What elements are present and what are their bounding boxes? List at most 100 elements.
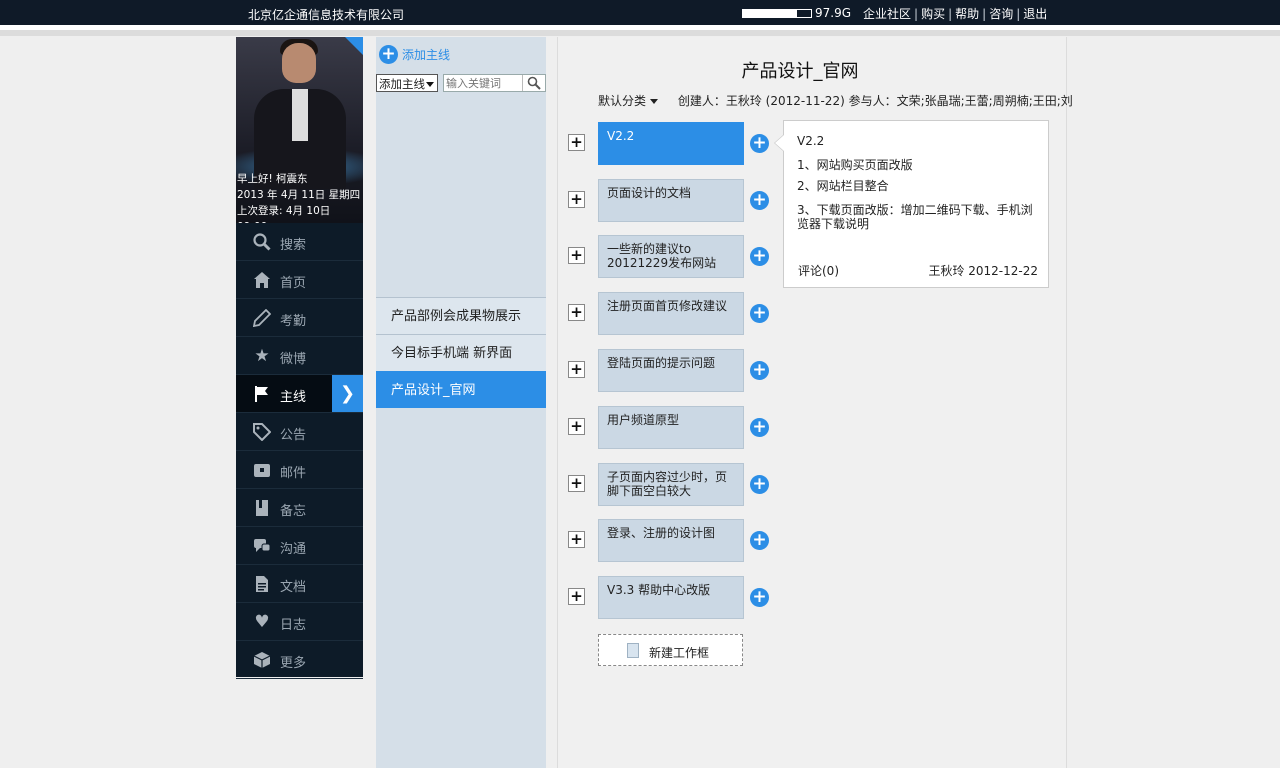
profile-info: 早上好! 柯震东 2013 年 4月 11日 星期四 上次登录: 4月 10日 … — [237, 171, 362, 223]
heart-icon: ♥ — [254, 612, 270, 632]
task-card[interactable]: V3.3 帮助中心改版 — [598, 576, 744, 619]
link-community[interactable]: 企业社区 — [863, 7, 911, 21]
menu-label: 首页 — [280, 276, 307, 291]
storage-fill — [743, 10, 798, 17]
expand-icon[interactable]: + — [568, 531, 585, 548]
document-icon — [627, 643, 639, 658]
popup-item: 2、网站栏目整合 — [797, 179, 889, 193]
menu-item-attendance[interactable]: 考勤 — [236, 299, 363, 337]
menu-label: 备忘 — [280, 504, 307, 519]
add-mainline-button[interactable]: + 添加主线 — [379, 45, 450, 65]
menu-item-mainline[interactable]: 主线 ❯ — [236, 375, 363, 413]
top-bar: 北京亿企通信息技术有限公司 97.9G 企业社区 | 购买 | 帮助 | 咨询 | 退出 — [0, 0, 1280, 25]
last-login: 上次登录: 4月 10日 09:00 — [237, 205, 331, 223]
add-task-icon[interactable]: + — [750, 191, 769, 210]
flag-icon — [252, 384, 272, 404]
expand-icon[interactable]: + — [568, 361, 585, 378]
document-icon — [252, 574, 272, 594]
main-content: 产品设计_官网 默认分类 创建人：王秋玲 (2012-11-22) 参与人：文荣… — [557, 37, 1073, 768]
home-icon — [252, 270, 272, 290]
add-task-icon[interactable]: + — [750, 134, 769, 153]
menu-item-log[interactable]: ♥ 日志 — [236, 603, 363, 641]
task-card[interactable]: V2.2 — [598, 122, 744, 165]
add-task-icon[interactable]: + — [750, 531, 769, 550]
mainline-item[interactable]: 今目标手机端 新界面 — [376, 334, 546, 371]
new-task-button[interactable]: 新建工作框 — [598, 634, 743, 666]
page-title: 产品设计_官网 — [741, 61, 859, 82]
link-consult[interactable]: 咨询 — [989, 7, 1013, 21]
menu-item-weibo[interactable]: ★ 微博 — [236, 337, 363, 375]
add-task-icon[interactable]: + — [750, 304, 769, 323]
task-row: + 注册页面首页修改建议 + — [568, 292, 778, 336]
menu-label: 邮件 — [280, 466, 307, 481]
comments-link[interactable]: 评论(0) — [798, 262, 839, 279]
profile-corner-marker — [345, 37, 363, 55]
chevron-right-icon[interactable]: ❯ — [332, 375, 363, 412]
task-card[interactable]: 注册页面首页修改建议 — [598, 292, 744, 335]
company-name: 北京亿企通信息技术有限公司 — [248, 8, 405, 22]
keyword-input[interactable] — [444, 75, 524, 91]
menu-item-more[interactable]: 更多 — [236, 641, 363, 679]
expand-icon[interactable]: + — [568, 588, 585, 605]
popup-title: V2.2 — [797, 134, 825, 148]
expand-icon[interactable]: + — [568, 247, 585, 264]
task-row: + 登录、注册的设计图 + — [568, 519, 778, 563]
mainline-panel: + 添加主线 添加主线 产品部例会成果物展示 今目标手机端 新界面 产品设计_官网 — [376, 37, 546, 768]
task-row: + 登陆页面的提示问题 + — [568, 349, 778, 393]
menu-item-docs[interactable]: 文档 — [236, 565, 363, 603]
menu-label: 文档 — [280, 580, 307, 595]
task-row: + V2.2 + — [568, 122, 778, 166]
menu-label: 日志 — [280, 618, 307, 633]
keyword-search — [443, 74, 546, 92]
add-task-icon[interactable]: + — [750, 588, 769, 607]
expand-icon[interactable]: + — [568, 304, 585, 321]
task-card[interactable]: 一些新的建议to 20121229发布网站 — [598, 235, 744, 278]
mail-icon — [252, 460, 272, 480]
expand-icon[interactable]: + — [568, 191, 585, 208]
menu-item-search[interactable]: 搜索 — [236, 223, 363, 261]
expand-icon[interactable]: + — [568, 475, 585, 492]
task-row: + 用户频道原型 + — [568, 406, 778, 450]
link-help[interactable]: 帮助 — [955, 7, 979, 21]
current-date: 2013 年 4月 11日 星期四 — [237, 189, 361, 201]
task-card[interactable]: 用户频道原型 — [598, 406, 744, 449]
menu-label: 考勤 — [280, 314, 307, 329]
task-card[interactable]: 页面设计的文档 — [598, 179, 744, 222]
creator-participants: 创建人：王秋玲 (2012-11-22) 参与人：文荣;张晶瑞;王蕾;周朔楠;王… — [677, 94, 1073, 108]
menu-item-home[interactable]: 首页 — [236, 261, 363, 299]
expand-icon[interactable]: + — [568, 134, 585, 151]
task-row: + 子页面内容过少时，页脚下面空白较大 + — [568, 463, 778, 507]
menu-item-mail[interactable]: 邮件 — [236, 451, 363, 489]
task-card[interactable]: 登录、注册的设计图 — [598, 519, 744, 562]
mainline-item-active[interactable]: 产品设计_官网 — [376, 371, 546, 408]
mainline-select[interactable]: 添加主线 — [376, 74, 438, 92]
task-detail-popup: V2.2 1、网站购买页面改版 2、网站栏目整合 3、下载页面改版：增加二维码下… — [774, 120, 1049, 288]
add-task-icon[interactable]: + — [750, 475, 769, 494]
menu-item-chat[interactable]: 沟通 — [236, 527, 363, 565]
search-button[interactable] — [522, 75, 545, 91]
mainline-list: 产品部例会成果物展示 今目标手机端 新界面 产品设计_官网 — [376, 297, 546, 408]
task-card[interactable]: 登陆页面的提示问题 — [598, 349, 744, 392]
menu-item-memo[interactable]: 备忘 — [236, 489, 363, 527]
add-task-icon[interactable]: + — [750, 418, 769, 437]
expand-icon[interactable]: + — [568, 418, 585, 435]
search-icon — [527, 76, 541, 90]
menu-item-notice[interactable]: 公告 — [236, 413, 363, 451]
star-icon: ★ — [254, 346, 270, 366]
category-dropdown[interactable]: 默认分类 — [598, 94, 659, 108]
add-mainline-label: 添加主线 — [402, 48, 451, 62]
task-card[interactable]: 子页面内容过少时，页脚下面空白较大 — [598, 463, 744, 506]
link-logout[interactable]: 退出 — [1023, 7, 1047, 21]
add-task-icon[interactable]: + — [750, 361, 769, 380]
link-buy[interactable]: 购买 — [921, 7, 945, 21]
menu-label: 公告 — [280, 428, 307, 443]
mainline-item[interactable]: 产品部例会成果物展示 — [376, 297, 546, 334]
greeting: 早上好! 柯震东 — [237, 173, 308, 185]
cube-icon — [252, 650, 272, 670]
task-row: + 页面设计的文档 + — [568, 179, 778, 223]
mainline-meta: 默认分类 创建人：王秋玲 (2012-11-22) 参与人：文荣;张晶瑞;王蕾;… — [598, 92, 1073, 109]
storage-bar — [742, 9, 812, 18]
pencil-icon — [252, 308, 272, 328]
add-task-icon[interactable]: + — [750, 247, 769, 266]
mainline-select-value: 添加主线 — [379, 77, 425, 91]
